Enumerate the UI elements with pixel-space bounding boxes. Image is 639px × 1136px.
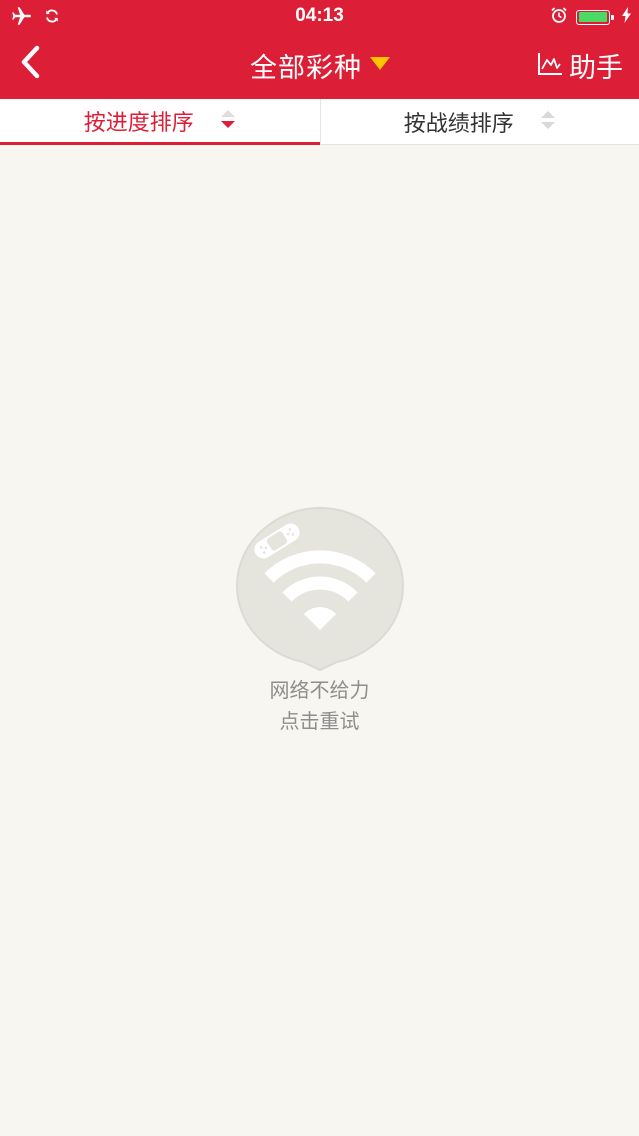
tab-sort-by-record[interactable]: 按战绩排序 [319,99,639,145]
chart-line-icon [537,52,563,80]
app-header: 04:13 全部彩种 助手 [0,0,639,99]
sort-neutral-icon [540,108,556,136]
network-error-retry[interactable]: 网络不给力 点击重试 [0,505,639,737]
page-title: 全部彩种 [250,53,362,84]
navigation-bar: 全部彩种 助手 [0,32,639,99]
network-error-message: 网络不给力 [269,678,370,702]
helper-button[interactable]: 助手 [537,32,623,99]
retry-link[interactable]: 点击重试 [280,706,360,737]
alarm-icon [550,6,568,28]
status-bar: 04:13 [0,0,639,32]
battery-level-fill [578,12,607,22]
tab-sort-by-progress[interactable]: 按进度排序 [0,99,320,145]
tab-sort-by-progress-label: 按进度排序 [83,110,194,136]
status-time: 04:13 [295,5,344,26]
lottery-type-selector[interactable]: 全部彩种 [220,32,420,99]
battery-tip [611,14,614,20]
charging-icon [622,7,631,27]
battery-icon [576,9,614,25]
sort-descending-icon [220,107,236,135]
tab-sort-by-record-label: 按战绩排序 [403,112,514,137]
dropdown-triangle-icon [370,56,390,75]
back-button[interactable] [10,44,50,84]
helper-label: 助手 [569,53,623,84]
chevron-left-icon [19,45,41,83]
no-network-icon [235,505,405,675]
sort-tabs: 按进度排序 按战绩排序 [0,99,639,145]
status-right [550,6,631,28]
